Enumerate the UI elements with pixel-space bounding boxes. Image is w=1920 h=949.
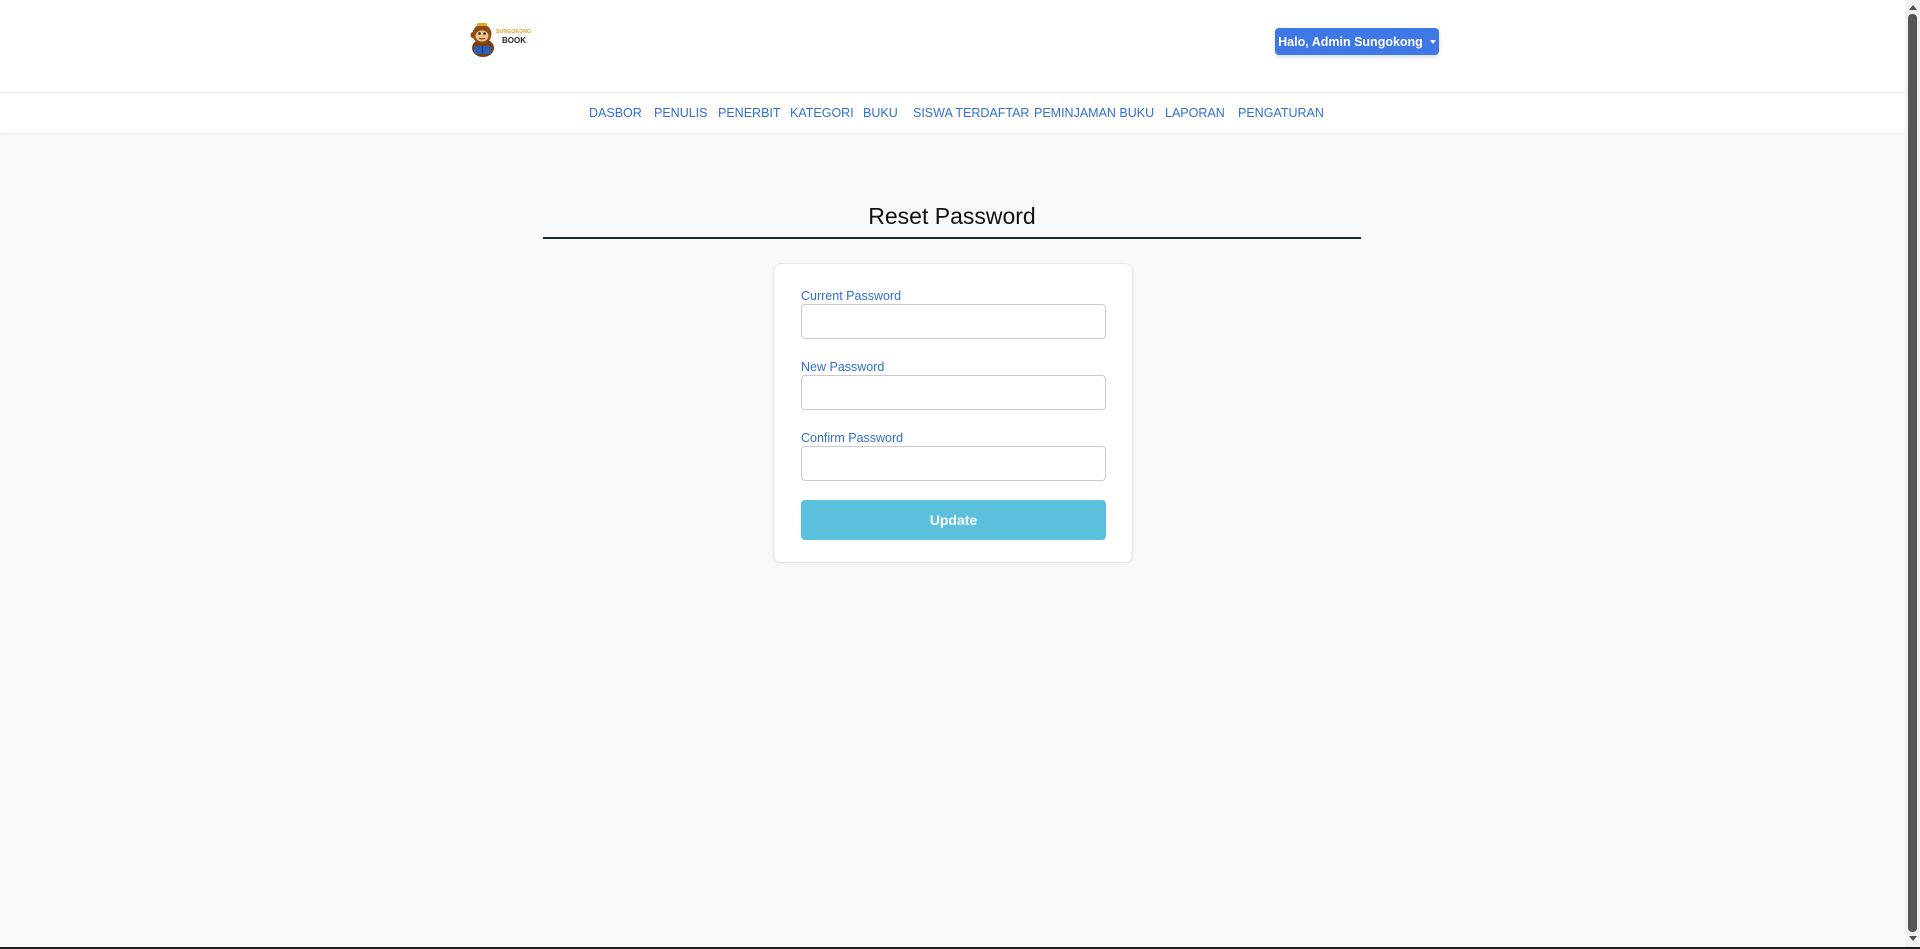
nav-item-laporan[interactable]: LAPORAN [1165, 106, 1225, 120]
nav-item-dasbor[interactable]: DASBOR [589, 106, 642, 120]
brand-wordmark: SUNGOKONG BOOK [496, 30, 531, 45]
scrollbar-thumb[interactable] [1908, 14, 1917, 932]
nav-item-buku[interactable]: BUKU [863, 106, 898, 120]
scroll-down-arrow-icon[interactable] [1909, 936, 1917, 941]
confirm-password-label: Confirm Password [801, 431, 904, 445]
nav-item-pengaturan[interactable]: PENGATURAN [1238, 106, 1324, 120]
user-menu-button[interactable]: Halo, Admin Sungokong [1275, 28, 1439, 55]
user-menu-label: Halo, Admin Sungokong [1278, 34, 1423, 49]
brand-wordmark-top: SUNGOKONG [496, 29, 532, 35]
title-divider [543, 237, 1361, 239]
reset-password-form: Current Password New Password Confirm Pa… [773, 263, 1133, 563]
new-password-label: New Password [801, 360, 885, 374]
brand-logo[interactable]: SUNGOKONG BOOK [470, 21, 532, 58]
app-viewport: SUNGOKONG BOOK Halo, Admin Sungokong DAS… [0, 0, 1905, 947]
page-title: Reset Password [868, 203, 1036, 229]
current-password-input[interactable] [801, 304, 1106, 339]
brand-wordmark-bottom: BOOK [502, 36, 526, 45]
update-button[interactable]: Update [801, 500, 1106, 540]
main-nav: DASBOR PENULIS PENERBIT KATEGORI BUKU SI… [0, 93, 1905, 133]
current-password-label: Current Password [801, 289, 902, 303]
caret-down-icon [1429, 40, 1436, 44]
nav-item-penulis[interactable]: PENULIS [654, 106, 708, 120]
monkey-logo-icon [470, 23, 494, 57]
vertical-scrollbar[interactable] [1905, 0, 1920, 947]
scroll-up-arrow-icon[interactable] [1909, 5, 1917, 10]
nav-item-penerbit[interactable]: PENERBIT [718, 106, 781, 120]
nav-item-kategori[interactable]: KATEGORI [790, 106, 854, 120]
confirm-password-input[interactable] [801, 446, 1106, 481]
top-header: SUNGOKONG BOOK Halo, Admin Sungokong [0, 0, 1905, 93]
nav-item-peminjaman-buku[interactable]: PEMINJAMAN BUKU [1034, 106, 1154, 120]
nav-item-siswa-terdaftar[interactable]: SISWA TERDAFTAR [913, 106, 1029, 120]
new-password-input[interactable] [801, 375, 1106, 410]
